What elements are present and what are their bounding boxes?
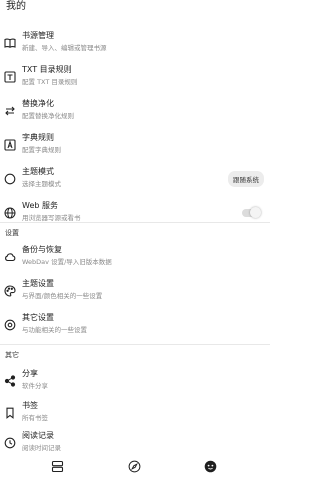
source-management-subtitle: 新建、导入、编辑或管理书源 <box>22 44 107 52</box>
web-service-toggle[interactable] <box>242 207 261 218</box>
book-open-icon <box>4 37 16 49</box>
web-service-item[interactable]: Web 服务 用浏览器写源或看书 <box>0 196 270 230</box>
replace-purify-item[interactable]: 替换净化 配置替换净化规则 <box>0 94 270 128</box>
bookshelf-icon <box>51 460 64 473</box>
theme-settings-title: 主题设置 <box>22 279 54 288</box>
other-settings-title: 其它设置 <box>22 313 54 322</box>
theme-mode-chip[interactable]: 跟随系统 <box>228 171 264 187</box>
theme-mode-title: 主题模式 <box>22 167 54 176</box>
replace-icon <box>4 105 16 117</box>
replace-purify-title: 替换净化 <box>22 99 54 108</box>
settings-icon <box>4 319 16 331</box>
web-service-subtitle: 用浏览器写源或看书 <box>22 214 81 222</box>
section-divider <box>0 344 270 345</box>
cloud-icon <box>4 251 16 263</box>
bottom-navigation <box>0 452 270 480</box>
section-divider <box>0 222 270 223</box>
backup-restore-item[interactable]: 备份与恢复 WebDav 设置/导入旧版本数据 <box>0 240 270 274</box>
backup-restore-subtitle: WebDav 设置/导入旧版本数据 <box>22 258 112 266</box>
bookmark-item[interactable]: 书签 所有书签 <box>0 396 270 430</box>
nav-bookshelf[interactable] <box>47 456 67 476</box>
toggle-thumb <box>250 207 261 218</box>
palette-icon <box>4 285 16 297</box>
bookmark-icon <box>4 407 16 419</box>
read-record-title: 阅读记录 <box>22 431 54 440</box>
theme-mode-subtitle: 选择主题模式 <box>22 180 61 188</box>
page-title: 我的 <box>6 1 26 12</box>
theme-settings-item[interactable]: 主题设置 与界面/颜色相关的一些设置 <box>0 274 270 308</box>
history-icon <box>4 437 16 449</box>
share-subtitle: 软件分享 <box>22 382 48 390</box>
profile-face-icon <box>204 460 217 473</box>
dictionary-icon <box>4 139 16 151</box>
source-management-item[interactable]: 书源管理 新建、导入、编辑或管理书源 <box>0 26 270 60</box>
dictionary-rule-title: 字典规则 <box>22 133 54 142</box>
share-item[interactable]: 分享 软件分享 <box>0 364 270 398</box>
globe-icon <box>4 207 16 219</box>
compass-icon <box>128 460 141 473</box>
replace-purify-subtitle: 配置替换净化规则 <box>22 112 74 120</box>
other-settings-subtitle: 与功能相关的一些设置 <box>22 326 87 334</box>
backup-restore-title: 备份与恢复 <box>22 245 62 254</box>
txt-toc-rule-title: TXT 目录规则 <box>22 65 72 74</box>
other-section-label: 其它 <box>5 351 19 359</box>
txt-icon <box>4 71 16 83</box>
theme-settings-subtitle: 与界面/颜色相关的一些设置 <box>22 292 103 300</box>
theme-mode-icon <box>4 173 16 185</box>
source-management-title: 书源管理 <box>22 31 54 40</box>
other-settings-item[interactable]: 其它设置 与功能相关的一些设置 <box>0 308 270 342</box>
web-service-title: Web 服务 <box>22 201 58 210</box>
bookmark-title: 书签 <box>22 401 38 410</box>
dictionary-rule-subtitle: 配置字典规则 <box>22 146 61 154</box>
share-icon <box>4 375 16 387</box>
theme-mode-item[interactable]: 主题模式 选择主题模式 跟随系统 <box>0 162 270 196</box>
dictionary-rule-item[interactable]: 字典规则 配置字典规则 <box>0 128 270 162</box>
nav-my[interactable] <box>200 456 220 476</box>
nav-discover[interactable] <box>124 456 144 476</box>
bookmark-subtitle: 所有书签 <box>22 414 48 422</box>
share-title: 分享 <box>22 369 38 378</box>
settings-section-label: 设置 <box>5 229 19 237</box>
txt-toc-rule-item[interactable]: TXT 目录规则 配置 TXT 目录规则 <box>0 60 270 94</box>
txt-toc-rule-subtitle: 配置 TXT 目录规则 <box>22 78 78 86</box>
read-record-subtitle: 阅读时间记录 <box>22 444 61 452</box>
